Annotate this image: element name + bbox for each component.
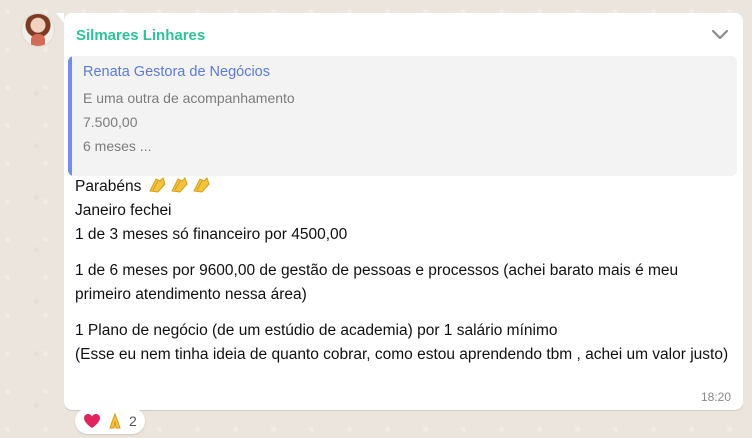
quote-accent-bar [68,56,72,176]
message-text: Parabéns Janeiro fechei 1 de 3 meses só … [75,175,735,367]
clapping-hands-icon [170,177,188,193]
quoted-author: Renata Gestora de Negócios [83,64,270,80]
folded-hands-icon [109,412,121,429]
greeting-line: Parabéns [75,175,735,199]
red-heart-icon [84,414,100,428]
message-line: 1 Plano de negócio (de um estúdio de aca… [75,322,558,339]
message-bubble[interactable]: Silmares Linhares Renata Gestora de Negó… [56,13,743,410]
message-line: 1 de 6 meses por 9600,00 de gestão de pe… [75,262,679,303]
greeting-text: Parabéns [75,178,142,195]
message-line: Janeiro fechei [75,202,172,219]
message-timestamp: 18:20 [700,390,731,404]
sender-avatar[interactable] [22,14,54,46]
clapping-hands-icon [148,177,166,193]
chevron-down-icon[interactable] [709,24,731,46]
message-line: (Esse eu nem tinha ideia de quanto cobra… [75,346,729,363]
quoted-line: E uma outra de acompanhamento [83,90,295,106]
quoted-line: 6 meses ... [83,138,152,154]
sender-name[interactable]: Silmares Linhares [76,27,205,44]
message-line: 1 de 3 meses só financeiro por 4500,00 [75,226,348,243]
reactions-pill[interactable]: 2 [75,408,145,434]
quoted-line: 7.500,00 [83,114,138,130]
clapping-hands-icon [192,177,210,193]
reaction-count: 2 [129,413,137,429]
quoted-message[interactable]: Renata Gestora de Negócios E uma outra d… [68,56,737,176]
